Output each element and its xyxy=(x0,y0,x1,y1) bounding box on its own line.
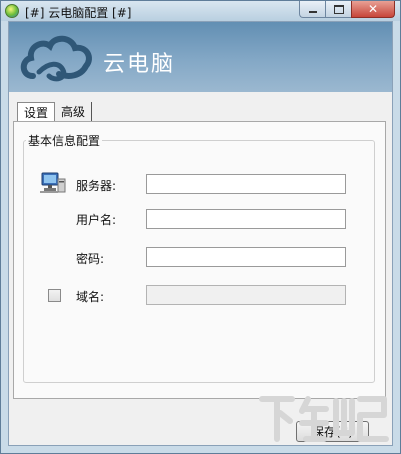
app-icon xyxy=(5,4,19,18)
minimize-icon xyxy=(308,10,317,13)
username-label: 用户名: xyxy=(76,213,117,227)
basic-info-group: 基本信息配置 服务器: 用户名: 密码: 域名: xyxy=(23,132,375,383)
window-controls: ✕ xyxy=(299,1,395,19)
watermark-logo xyxy=(259,396,389,442)
password-label: 密码: xyxy=(76,252,105,266)
settings-pane: 基本信息配置 服务器: 用户名: 密码: 域名: xyxy=(13,121,386,399)
header-banner: 云电脑 xyxy=(9,22,392,92)
domain-label: 域名: xyxy=(76,290,105,304)
config-window: [#] 云电脑配置 [#] ✕ 云电脑 设置 高级 基本信息配置 服务器: 用户… xyxy=(0,0,401,454)
domain-input[interactable] xyxy=(146,285,346,305)
password-input[interactable] xyxy=(146,247,346,267)
tab-strip: 设置 高级 xyxy=(17,102,93,124)
server-input[interactable] xyxy=(146,174,346,194)
client-area: 云电脑 设置 高级 基本信息配置 服务器: 用户名: 密码: 域名: 保存(S) xyxy=(8,21,393,446)
computer-network-icon xyxy=(40,172,66,193)
username-input[interactable] xyxy=(146,209,346,229)
banner-title: 云电脑 xyxy=(103,52,176,77)
window-title: [#] 云电脑配置 [#] xyxy=(25,6,132,20)
server-label: 服务器: xyxy=(76,179,117,193)
domain-checkbox[interactable] xyxy=(48,289,61,302)
tab-advanced[interactable]: 高级 xyxy=(55,102,93,122)
cloud-logo-icon xyxy=(20,35,92,82)
close-button[interactable]: ✕ xyxy=(351,1,395,18)
minimize-button[interactable] xyxy=(299,1,325,18)
maximize-button[interactable] xyxy=(325,1,351,18)
maximize-icon xyxy=(333,4,344,14)
close-icon: ✕ xyxy=(367,2,379,16)
title-bar[interactable]: [#] 云电脑配置 [#] ✕ xyxy=(1,1,400,21)
group-title: 基本信息配置 xyxy=(26,132,103,149)
